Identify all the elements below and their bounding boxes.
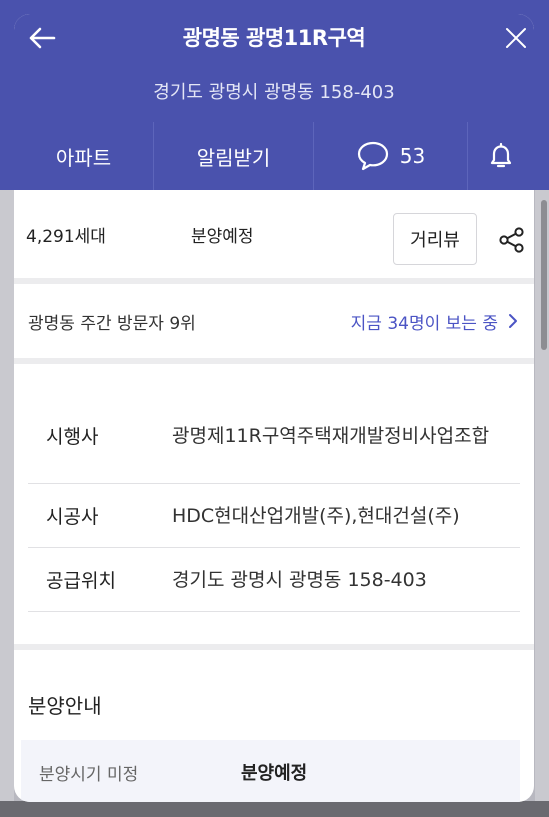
speech-bubble-icon [357,141,388,171]
close-button[interactable] [500,22,532,54]
info-value: 경기도 광명시 광명동 158-403 [172,568,427,591]
info-row-location: 공급위치 경기도 광명시 광명동 158-403 [28,548,520,612]
sale-section-title: 분양안내 [28,694,102,718]
scrollbar[interactable] [541,200,547,350]
share-button[interactable] [498,226,526,254]
tab-notify-label: 알림받기 [196,145,271,170]
info-row-developer: 시행사 광명제11R구역주택재개발정비사업조합 [28,388,520,484]
tab-bell[interactable] [468,122,534,190]
close-icon [506,28,526,48]
info-table: 시행사 광명제11R구역주택재개발정비사업조합 시공사 HDC현대산업개발(주)… [14,364,534,650]
live-viewers-label: 지금 34명이 보는 중 [350,313,498,334]
title-row: 광명동 광명11R구역 [14,14,534,60]
header-tabs: 아파트 알림받기 53 [14,122,534,190]
tab-comments[interactable]: 53 [314,122,468,190]
info-label: 시행사 [46,426,99,448]
info-row-builder: 시공사 HDC현대산업개발(주),현대건설(주) [28,484,520,548]
page-title: 광명동 광명11R구역 [182,26,366,50]
sale-schedule-value: 분양예정 [241,763,308,784]
header-address: 경기도 광명시 광명동 158-403 [153,82,395,103]
sale-schedule-label: 분양시기 미정 [39,764,139,785]
street-view-button[interactable]: 거리뷰 [393,213,477,265]
sale-status: 분양예정 [191,226,254,247]
chevron-right-icon [509,314,517,328]
live-viewers-link[interactable]: 지금 34명이 보는 중 [351,309,520,334]
tab-notify[interactable]: 알림받기 [154,122,314,190]
backdrop-bottom [0,801,549,817]
tab-apartment-label: 아파트 [55,145,112,170]
info-value: HDC현대산업개발(주),현대건설(주) [172,504,460,527]
visitor-rank: 광명동 주간 방문자 9위 [28,313,196,334]
tab-apartment[interactable]: 아파트 [14,122,154,190]
comment-count: 53 [399,144,426,168]
info-label: 공급위치 [46,570,116,592]
header: 광명동 광명11R구역 경기도 광명시 광명동 158-403 아파트 알림받기… [14,14,534,190]
arrow-left-icon [29,27,56,49]
bell-icon [490,142,512,168]
complex-detail-modal: 광명동 광명11R구역 경기도 광명시 광명동 158-403 아파트 알림받기… [14,14,534,802]
backdrop-left [0,190,14,817]
summary-bar: 4,291세대 분양예정 거리뷰 [14,190,534,284]
visitor-bar: 광명동 주간 방문자 9위 지금 34명이 보는 중 [14,284,534,364]
household-count: 4,291세대 [26,226,106,247]
info-label: 시공사 [46,506,99,528]
info-value: 광명제11R구역주택재개발정비사업조합 [172,424,490,447]
sale-schedule-row: 분양시기 미정 분양예정 [21,740,520,802]
back-button[interactable] [26,22,58,54]
share-icon [499,227,524,253]
